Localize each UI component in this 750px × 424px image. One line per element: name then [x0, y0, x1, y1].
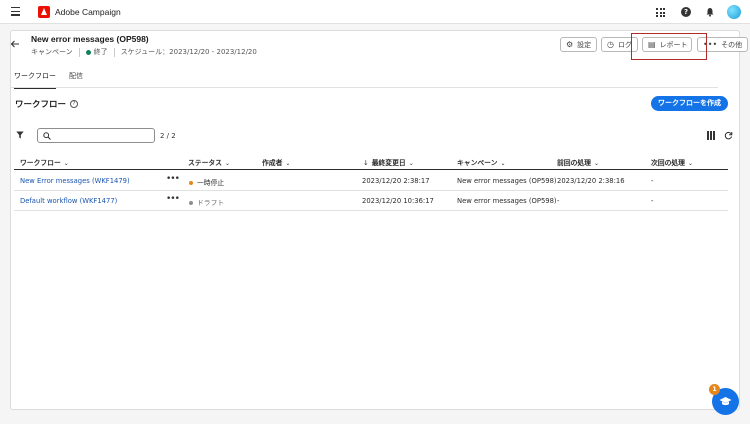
column-header-author[interactable]: 作成者 ⌄ — [262, 157, 290, 167]
status-dot — [85, 49, 91, 55]
chevron-down-icon: ⌄ — [593, 160, 600, 167]
notification-badge: 1 — [709, 384, 720, 395]
section-title: ワークフロー ? — [15, 98, 79, 110]
column-header-workflow[interactable]: ワークフロー ⌄ — [20, 157, 69, 167]
chevron-down-icon: ⌄ — [408, 160, 414, 167]
column-header-status[interactable]: ステータス ⌄ — [188, 157, 230, 167]
row-more-icon[interactable]: ••• — [166, 194, 180, 204]
avatar[interactable] — [727, 5, 741, 19]
campaign-cell: New error messages (OP598) — [457, 197, 557, 205]
brand-name: Adobe Campaign — [55, 7, 121, 17]
status-badge: ドラフト — [189, 197, 224, 207]
search-field[interactable] — [37, 128, 155, 143]
workflow-name-link[interactable]: Default workflow (WKF1477) — [20, 197, 117, 205]
modified-cell: 2023/12/20 2:38:17 — [362, 177, 430, 185]
top-bar: Adobe Campaign ? — [0, 0, 750, 24]
campaign-cell: New error messages (OP598) — [457, 177, 557, 185]
row-more-icon[interactable]: ••• — [166, 174, 180, 184]
columns-icon[interactable] — [707, 131, 716, 140]
result-count: 2 / 2 — [160, 132, 176, 140]
column-header-last-run[interactable]: 前回の処理 ⌄ — [557, 157, 599, 167]
table-row[interactable]: Default workflow (WKF1477) ••• ドラフト 2023… — [14, 191, 728, 211]
next-run-cell: - — [651, 177, 654, 185]
chevron-down-icon: ⌄ — [285, 160, 291, 167]
status-label: 終了 — [93, 48, 108, 56]
highlight-box — [631, 33, 707, 60]
help-icon[interactable]: ? — [681, 7, 691, 17]
schedule-label: スケジュール：2023/12/20 - 2023/12/20 — [120, 48, 257, 56]
column-header-modified[interactable]: ↓ 最終変更日 ⌄ — [363, 157, 414, 167]
create-workflow-button[interactable]: ワークフローを作成 — [651, 96, 728, 111]
chevron-down-icon: ⌄ — [687, 160, 694, 167]
column-header-next-run[interactable]: 次回の処理 ⌄ — [651, 157, 693, 167]
chevron-down-icon: ⌄ — [63, 160, 69, 167]
bell-icon[interactable] — [705, 7, 715, 17]
settings-button[interactable]: ⚙ 設定 — [560, 37, 598, 52]
graduation-cap-icon — [719, 397, 732, 406]
last-run-cell: 2023/12/20 2:38:16 — [557, 177, 625, 185]
chevron-down-icon: ⌄ — [500, 160, 506, 167]
column-header-campaign[interactable]: キャンペーン ⌄ — [457, 157, 505, 167]
clock-icon: ◷ — [607, 40, 614, 49]
apps-grid-icon[interactable] — [656, 8, 665, 17]
status-dot — [189, 181, 193, 185]
next-run-cell: - — [651, 197, 654, 205]
menu-icon[interactable] — [11, 7, 20, 16]
modified-cell: 2023/12/20 10:36:17 — [362, 197, 434, 205]
last-run-cell: - — [557, 197, 560, 205]
filter-icon[interactable] — [16, 131, 24, 139]
info-icon[interactable]: ? — [70, 100, 79, 108]
status-dot — [189, 201, 193, 205]
workflow-name-link[interactable]: New Error messages (WKF1479) — [20, 177, 130, 185]
page-title: New error messages (OP598) — [31, 34, 149, 44]
table-header-divider — [14, 169, 728, 170]
status-badge: 一時停止 — [189, 177, 224, 187]
back-arrow-icon[interactable] — [10, 39, 20, 49]
campaign-type-label: キャンペーン — [31, 48, 73, 56]
search-icon — [43, 132, 51, 140]
chevron-down-icon: ⌄ — [224, 160, 231, 167]
settings-icon: ⚙ — [566, 40, 574, 49]
adobe-logo-icon — [38, 6, 50, 18]
tabs-divider — [10, 87, 718, 88]
sort-arrow-icon: ↓ — [363, 159, 369, 167]
table-row[interactable]: New Error messages (WKF1479) ••• 一時停止 20… — [14, 171, 728, 191]
search-input[interactable] — [55, 130, 151, 141]
page-subtitle: キャンペーン 終了 スケジュール：2023/12/20 - 2023/12/20 — [31, 47, 257, 57]
refresh-icon[interactable] — [724, 131, 733, 140]
